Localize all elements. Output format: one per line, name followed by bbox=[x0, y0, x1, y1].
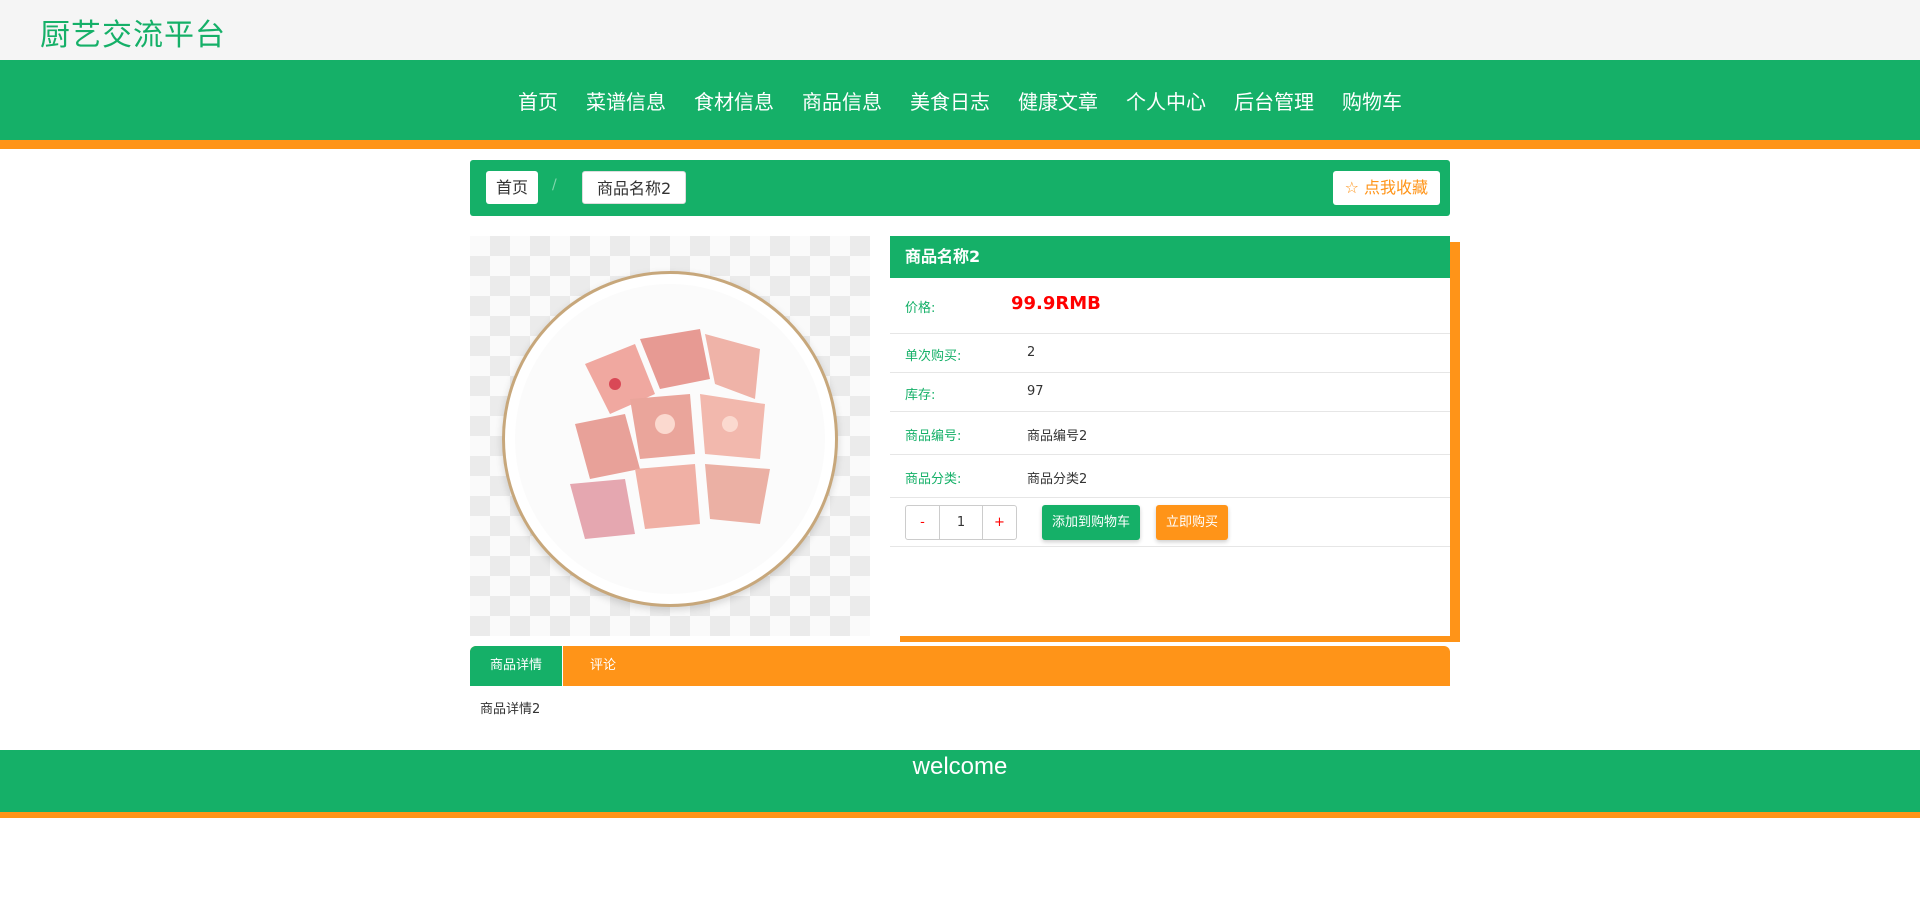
favorite-button[interactable]: ☆ 点我收藏 bbox=[1332, 171, 1440, 205]
stock-row: 库存: 97 bbox=[890, 373, 1450, 412]
product-image bbox=[470, 236, 870, 636]
nav-item-user-center[interactable]: 个人中心 bbox=[1112, 86, 1220, 115]
product-info-panel: 商品名称2 价格: 99.9RMB 单次购买: 2 库存: 97 商品编号: 商… bbox=[890, 236, 1450, 636]
nav-item-admin[interactable]: 后台管理 bbox=[1220, 86, 1328, 115]
single-purchase-label: 单次购买: bbox=[905, 349, 962, 364]
stock-label: 库存: bbox=[905, 388, 936, 403]
product-code-value: 商品编号2 bbox=[1027, 429, 1088, 444]
footer: welcome bbox=[0, 750, 1920, 812]
quantity-decrease-button[interactable]: - bbox=[906, 506, 939, 539]
single-purchase-row: 单次购买: 2 bbox=[890, 334, 1450, 373]
nav-item-health-articles[interactable]: 健康文章 bbox=[1004, 86, 1112, 115]
nav-items: 首页 菜谱信息 食材信息 商品信息 美食日志 健康文章 个人中心 后台管理 购物… bbox=[0, 60, 1920, 140]
price-label: 价格: bbox=[905, 301, 936, 316]
nav-item-home[interactable]: 首页 bbox=[504, 86, 572, 115]
quantity-stepper: - + bbox=[905, 505, 1017, 540]
product-category-row: 商品分类: 商品分类2 bbox=[890, 455, 1450, 498]
nav-divider bbox=[0, 140, 1920, 149]
buy-now-button[interactable]: 立即购买 bbox=[1156, 505, 1229, 540]
site-title: 厨艺交流平台 bbox=[40, 18, 226, 53]
quantity-input[interactable] bbox=[939, 506, 983, 539]
product-category-value: 商品分类2 bbox=[1027, 472, 1088, 487]
detail-tabs: 商品详情 评论 bbox=[470, 646, 1450, 686]
price-row: 价格: 99.9RMB bbox=[890, 278, 1450, 334]
breadcrumb: 首页 / 商品名称2 ☆ 点我收藏 bbox=[470, 160, 1450, 216]
add-to-cart-button[interactable]: 添加到购物车 bbox=[1042, 505, 1141, 540]
product-category-label: 商品分类: bbox=[905, 472, 962, 487]
breadcrumb-home[interactable]: 首页 bbox=[486, 171, 539, 204]
product-detail-content: 商品详情2 bbox=[480, 702, 541, 717]
tab-comments[interactable]: 评论 bbox=[563, 646, 643, 686]
footer-divider bbox=[0, 812, 1920, 818]
single-purchase-value: 2 bbox=[1027, 345, 1036, 360]
nav-item-recipes[interactable]: 菜谱信息 bbox=[572, 86, 680, 115]
nav-item-products[interactable]: 商品信息 bbox=[788, 86, 896, 115]
nav-item-cart[interactable]: 购物车 bbox=[1328, 86, 1416, 115]
price-value: 99.9RMB bbox=[1011, 293, 1101, 314]
main-nav: 首页 菜谱信息 食材信息 商品信息 美食日志 健康文章 个人中心 后台管理 购物… bbox=[0, 60, 1920, 140]
plate-image bbox=[502, 271, 838, 607]
product-code-row: 商品编号: 商品编号2 bbox=[890, 412, 1450, 455]
tab-product-detail[interactable]: 商品详情 bbox=[470, 646, 563, 686]
product-name: 商品名称2 bbox=[890, 236, 1450, 278]
product-code-label: 商品编号: bbox=[905, 429, 962, 444]
nav-item-food-journal[interactable]: 美食日志 bbox=[896, 86, 1004, 115]
nav-item-ingredients[interactable]: 食材信息 bbox=[680, 86, 788, 115]
breadcrumb-current[interactable]: 商品名称2 bbox=[582, 171, 687, 204]
quantity-increase-button[interactable]: + bbox=[983, 506, 1016, 539]
breadcrumb-separator: / bbox=[552, 177, 557, 193]
top-header: 厨艺交流平台 bbox=[0, 0, 1920, 60]
meat-illustration bbox=[570, 329, 770, 539]
stock-value: 97 bbox=[1027, 384, 1044, 399]
footer-text: welcome bbox=[912, 753, 1008, 780]
purchase-actions-row: - + 添加到购物车 立即购买 bbox=[890, 498, 1450, 547]
